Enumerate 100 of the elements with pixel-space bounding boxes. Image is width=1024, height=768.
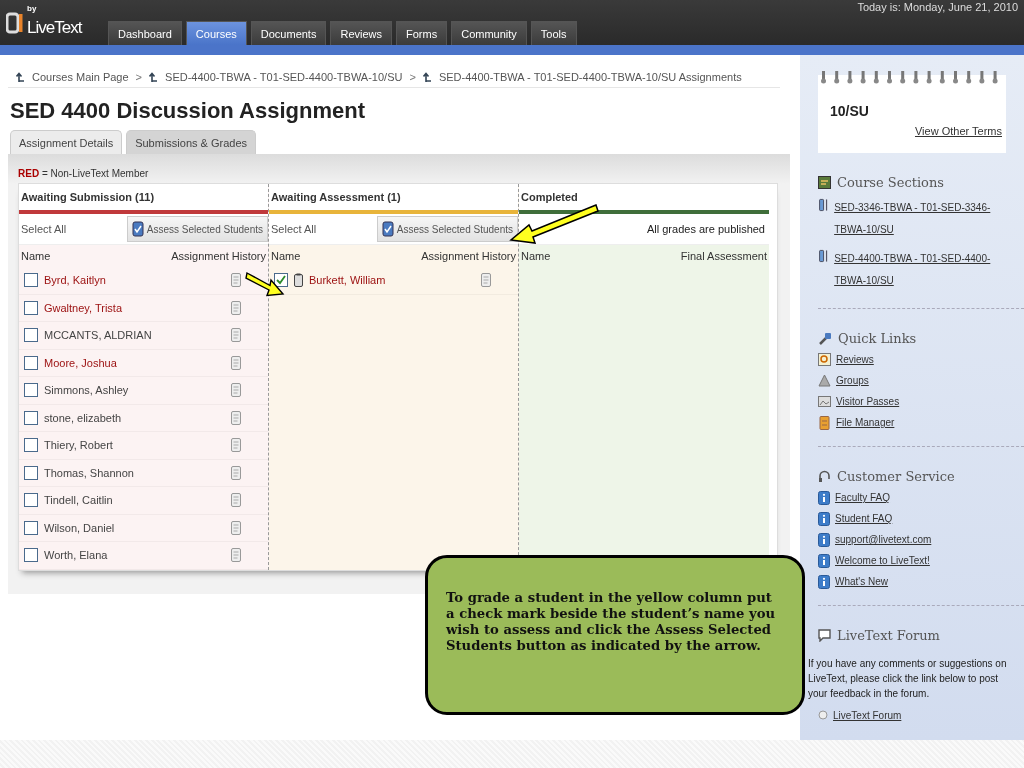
clipboard-check-icon (131, 221, 144, 237)
nav-tab[interactable]: Community (451, 21, 527, 45)
checkbox[interactable] (24, 410, 38, 425)
assess-button[interactable]: Assess Selected Students (376, 216, 518, 242)
up-arrow-icon (16, 71, 25, 83)
info-icon (818, 575, 830, 589)
checkbox[interactable] (24, 438, 38, 453)
nav-tab[interactable]: Reviews (330, 21, 392, 45)
sidebar-link[interactable]: Student FAQ (835, 512, 893, 526)
sidebar-link[interactable]: Visitor Passes (836, 395, 900, 409)
sidebar-link[interactable]: File Manager (836, 416, 895, 430)
legend-text: RED = Non-LiveText Member (18, 168, 150, 179)
section-title: Customer Service (837, 469, 955, 484)
column-header: Name (21, 250, 51, 262)
nav-tab[interactable]: Tools (530, 21, 577, 45)
nav-tab[interactable]: Documents (250, 21, 327, 45)
breadcrumb-separator: > (409, 71, 416, 83)
checkbox[interactable] (24, 300, 38, 315)
document-icon[interactable] (231, 328, 241, 343)
forum-text: If you have any comments or suggestions on LiveText, please click the link below to post your feedback in the forum. (808, 657, 1008, 701)
student-name: Burkett, William (309, 274, 387, 287)
callout-text: To grade a student in the yellow column put a check mark beside the student’s name you wish to assess and click the Assess Selected Students button as indicated by the arrow. (446, 590, 777, 654)
document-icon[interactable] (231, 465, 241, 480)
sidebar-link[interactable]: SED-4400-TBWA - T01-SED-4400-TBWA-10/SU (834, 248, 1006, 292)
document-icon[interactable] (231, 355, 241, 370)
student-name: Tindell, Caitlin (44, 494, 114, 507)
column-title: Awaiting Submission (11) (19, 184, 268, 210)
breadcrumb-link[interactable]: Courses Main Page (32, 71, 129, 83)
student-name: stone, elizabeth (44, 411, 123, 424)
picture-frame-icon (818, 395, 831, 408)
checkbox[interactable] (274, 273, 288, 288)
select-all-link[interactable]: Select All (269, 223, 317, 235)
document-icon[interactable] (231, 548, 241, 563)
document-icon[interactable] (481, 273, 491, 288)
student-name: Simmons, Ashley (44, 384, 130, 397)
assess-button[interactable]: Assess Selected Students (126, 216, 268, 242)
student-name: Thiery, Robert (44, 439, 114, 452)
checkbox[interactable] (24, 273, 38, 288)
section-title: Quick Links (838, 331, 917, 346)
tab[interactable]: Assignment Details (10, 130, 123, 154)
clipboard-icon (294, 273, 303, 288)
sidebar-link[interactable]: LiveText Forum (833, 710, 902, 722)
document-icon[interactable] (231, 410, 241, 425)
student-name: Worth, Elana (44, 549, 109, 562)
breadcrumb-separator: > (135, 71, 143, 83)
ledger-icon (818, 176, 831, 189)
term-name: 10/SU (830, 103, 870, 119)
column-title: Completed (519, 184, 769, 210)
student-name: Byrd, Kaitlyn (44, 274, 107, 287)
info-icon (818, 533, 830, 547)
checkbox[interactable] (24, 548, 38, 563)
checkbox[interactable] (24, 520, 38, 535)
speech-bubble-icon (818, 629, 831, 642)
tab[interactable]: Submissions & Grades (126, 130, 257, 154)
link-icon (818, 331, 832, 346)
column-header: Name (521, 250, 551, 262)
document-icon[interactable] (231, 300, 241, 315)
view-terms-link[interactable]: View Other Terms (915, 125, 1002, 137)
breadcrumb-link[interactable]: SED-4400-TBWA - T01-SED-4400-TBWA-10/SU Assignments (438, 71, 742, 83)
page-title: SED 4400 Discussion Assignment (10, 98, 366, 124)
sidebar-link[interactable]: support@livetext.com (835, 533, 932, 547)
checkbox[interactable] (24, 328, 38, 343)
sidebar-link[interactable]: Welcome to LiveText! (835, 554, 930, 568)
document-icon[interactable] (231, 383, 241, 398)
checkbox[interactable] (24, 355, 38, 370)
sidebar-link[interactable]: Reviews (836, 353, 874, 367)
info-icon (818, 491, 830, 505)
up-arrow-icon (149, 71, 159, 83)
document-icon[interactable] (231, 493, 241, 508)
date-text: Today is: Monday, June 21, 2010 (857, 1, 1018, 13)
column-header: Assignment History (171, 250, 266, 262)
checkbox[interactable] (24, 465, 38, 480)
headset-icon (818, 469, 831, 484)
document-icon[interactable] (231, 520, 241, 535)
sidebar-link[interactable]: SED-3346-TBWA - T01-SED-3346-TBWA-10/SU (834, 197, 1006, 241)
checkbox[interactable] (24, 383, 38, 398)
clipboard-check-icon (381, 221, 394, 237)
student-name: Thomas, Shannon (44, 466, 135, 479)
info-icon (818, 512, 830, 526)
logo-by-text: by (27, 4, 37, 13)
nav-tab[interactable]: Courses (185, 21, 247, 45)
column-header: Name (271, 250, 301, 262)
section-title: Course Sections (837, 175, 944, 190)
document-icon[interactable] (231, 438, 241, 453)
student-name: Moore, Joshua (44, 356, 118, 369)
breadcrumb-link[interactable]: SED-4400-TBWA - T01-SED-4400-TBWA-10/SU (165, 71, 403, 83)
nav-tab[interactable]: Forms (396, 21, 448, 45)
nav-tab[interactable]: Dashboard (108, 21, 182, 45)
info-icon (818, 554, 830, 568)
document-icon[interactable] (231, 273, 241, 288)
student-name: MCCANTS, ALDRIAN (44, 329, 153, 342)
select-all-link[interactable]: Select All (19, 223, 67, 235)
student-name: Wilson, Daniel (44, 521, 116, 534)
cabinet-icon (818, 416, 831, 430)
checkbox[interactable] (24, 493, 38, 508)
sidebar-link[interactable]: Faculty FAQ (835, 491, 890, 505)
sidebar-link[interactable]: Groups (836, 374, 869, 388)
pyramid-icon (818, 374, 831, 387)
circle-icon (818, 710, 828, 720)
sidebar-link[interactable]: What's New (835, 575, 889, 589)
